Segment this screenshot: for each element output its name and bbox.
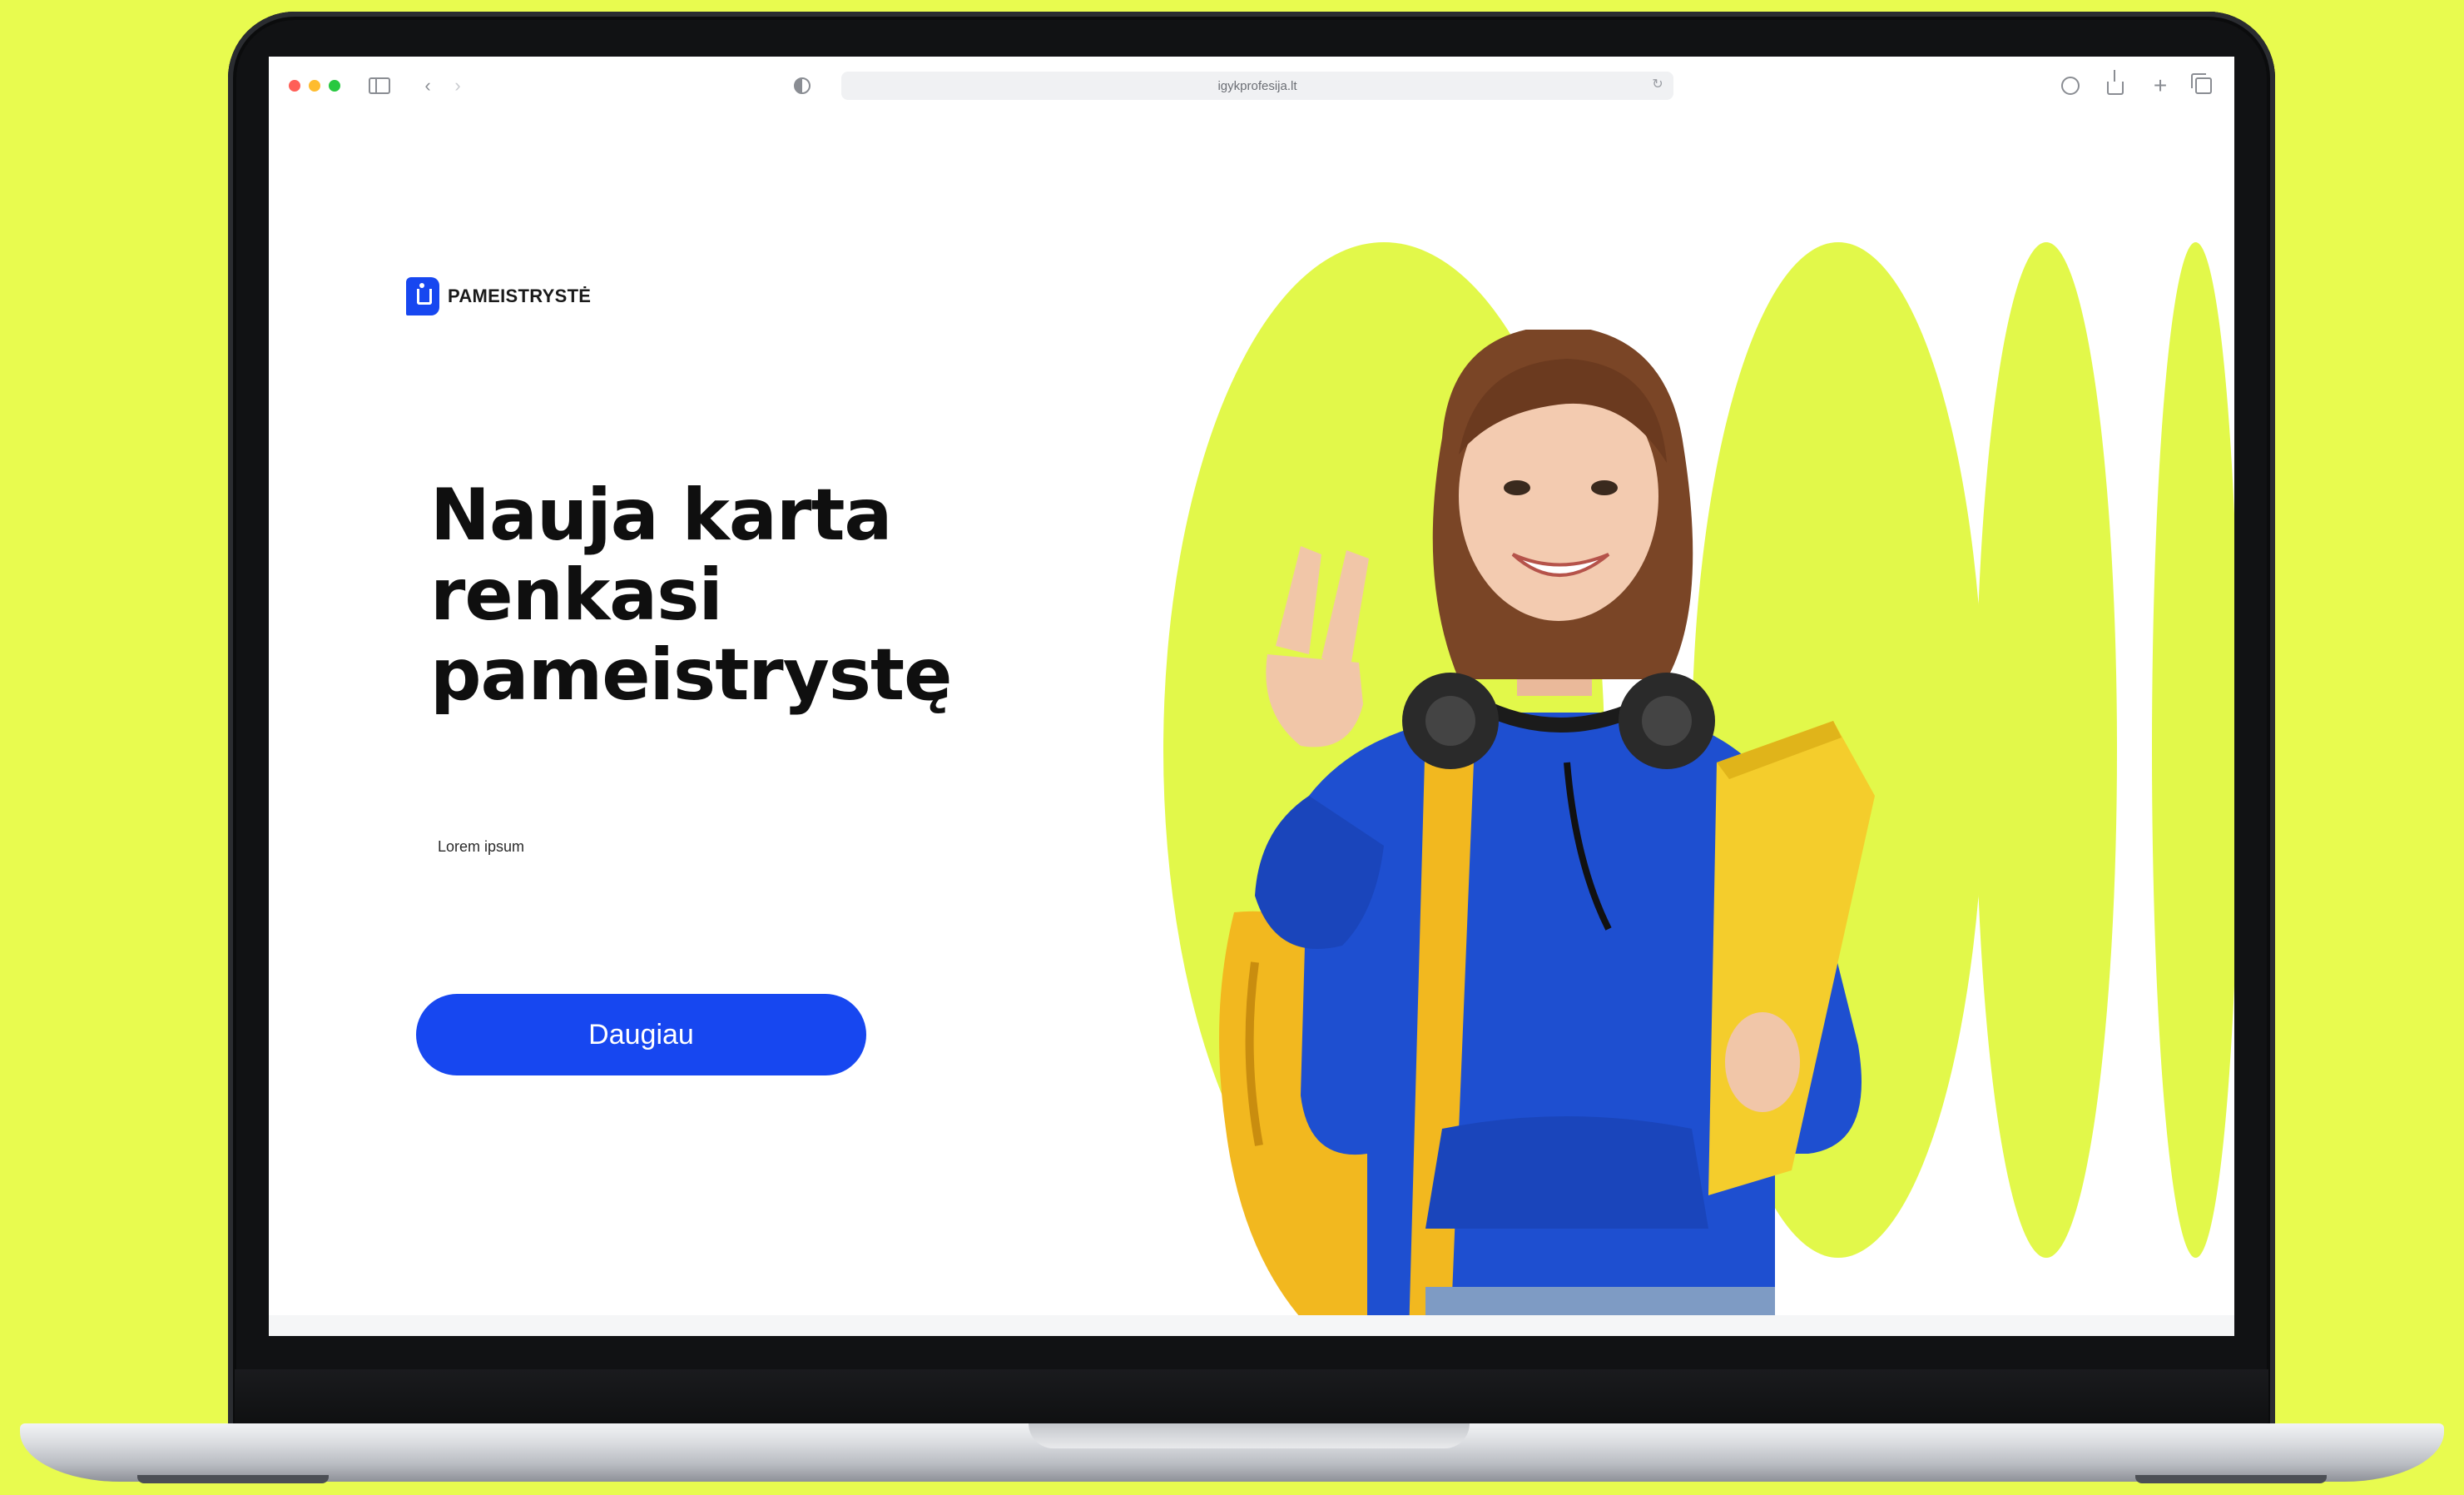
minimize-window-button[interactable]: [309, 80, 320, 92]
brand-logo[interactable]: PAMEISTRYSTĖ: [406, 277, 591, 315]
address-bar[interactable]: igykprofesija.lt ↻: [841, 72, 1673, 100]
page-footer-strip: [269, 1315, 2234, 1336]
hero-headline: Nauja karta renkasi pameistrystę: [430, 475, 1096, 715]
sidebar-icon[interactable]: [367, 73, 392, 98]
shield-icon[interactable]: [790, 73, 815, 98]
chevron-left-icon[interactable]: ‹: [415, 73, 440, 98]
laptop-screen: ‹ › igykprofesija.lt ↻ + PAMEISTRYSTĖ Na…: [269, 57, 2234, 1336]
close-window-button[interactable]: [289, 80, 300, 92]
laptop-foot-left: [137, 1475, 329, 1483]
headline-line: Nauja karta: [430, 474, 892, 557]
headline-line: renkasi: [430, 554, 723, 637]
reload-icon[interactable]: ↻: [1650, 77, 1665, 92]
more-button[interactable]: Daugiau: [416, 994, 866, 1075]
landing-page: PAMEISTRYSTĖ Nauja karta renkasi pameist…: [269, 113, 2234, 1336]
brand-name: PAMEISTRYSTĖ: [448, 286, 592, 306]
tabs-icon[interactable]: [2191, 73, 2216, 98]
decorative-oval: [2152, 242, 2234, 1258]
plus-icon[interactable]: +: [2148, 73, 2173, 98]
laptop-bezel: [235, 1369, 2268, 1429]
maximize-window-button[interactable]: [329, 80, 340, 92]
chevron-right-icon[interactable]: ›: [445, 73, 470, 98]
headline-line: pameistrystę: [430, 633, 952, 717]
laptop-foot-right: [2135, 1475, 2327, 1483]
decorative-oval: [1976, 242, 2117, 1258]
address-url: igykprofesija.lt: [1217, 78, 1297, 93]
logo-icon: [406, 277, 439, 315]
student-illustration: [1219, 330, 1875, 1336]
laptop-notch: [1029, 1423, 1470, 1448]
share-icon[interactable]: [2103, 70, 2128, 98]
hero-image: [1176, 330, 1925, 1336]
browser-toolbar: ‹ › igykprofesija.lt ↻ +: [269, 57, 2234, 113]
download-icon[interactable]: [2058, 73, 2083, 98]
hero-subtext: Lorem ipsum: [438, 838, 525, 855]
